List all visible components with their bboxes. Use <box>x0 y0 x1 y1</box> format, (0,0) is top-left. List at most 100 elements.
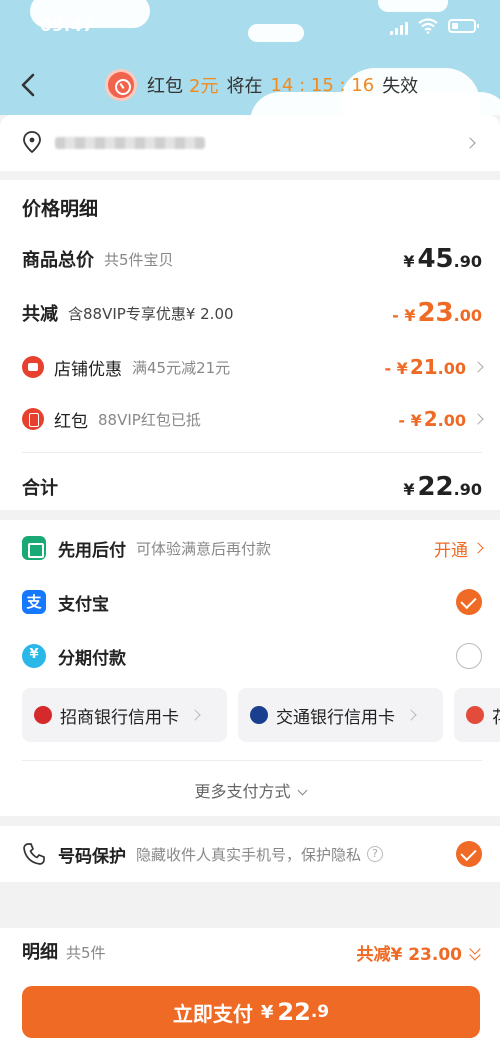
unselected-radio[interactable] <box>456 643 482 669</box>
bank-card-partial[interactable]: 花 <box>454 688 500 742</box>
more-payment-label: 更多支付方式 <box>194 782 291 801</box>
address-row[interactable] <box>0 115 500 171</box>
chevron-right-icon <box>464 137 476 149</box>
shop-discount-rule: 满45元减21元 <box>132 358 231 377</box>
pay-later-icon <box>22 536 46 560</box>
reduction-dec: .00 <box>453 306 482 325</box>
shop-discount-dec: .00 <box>437 359 466 378</box>
divider <box>22 452 482 453</box>
divider <box>22 760 482 761</box>
price-details-card: 价格明细 商品总价 共5件宝贝 ¥ 45 .90 共减 含88VIP专享优惠¥ … <box>0 180 500 510</box>
battery-icon <box>448 19 479 33</box>
banner-prefix: 红包 <box>147 76 183 97</box>
currency-symbol: ¥ <box>403 480 415 499</box>
pay-later-label: 先用后付 <box>58 540 126 561</box>
banner-middle: 将在 <box>226 76 263 97</box>
goods-total-row: 商品总价 共5件宝贝 ¥ 45 .90 <box>22 242 482 276</box>
number-protection-card: 号码保护 隐藏收件人真实手机号，保护隐私 ? <box>0 826 500 882</box>
red-envelope-icon <box>22 408 44 430</box>
help-icon[interactable]: ? <box>367 846 384 862</box>
total-saved-label: 共减¥ 23.00 <box>356 945 462 965</box>
total-saved[interactable]: 共减¥ 23.00 <box>356 940 482 965</box>
chevron-right-icon <box>405 709 417 721</box>
redpacket-int: 2 <box>423 407 438 431</box>
selected-check-icon[interactable] <box>456 841 482 867</box>
total-row: 合计 ¥ 22 .90 <box>22 470 482 504</box>
chevron-right-icon <box>189 709 201 721</box>
goods-count: 共5件宝贝 <box>104 250 174 269</box>
number-protection-label: 号码保护 <box>58 846 126 867</box>
shop-discount-int: 21 <box>409 355 438 379</box>
wifi-icon <box>418 18 438 34</box>
pay-now-button[interactable]: 立即支付 ¥ 22 .9 <box>22 986 480 1038</box>
reduction-int: 23 <box>417 298 454 328</box>
phone-icon <box>23 843 45 865</box>
currency-symbol: ¥ <box>403 252 415 271</box>
bank-card-label: 花 <box>492 703 500 728</box>
checkout-bar: 明细 共5件 共减¥ 23.00 立即支付 ¥ 22 .9 <box>0 928 500 1052</box>
minus-currency: - ¥ <box>384 359 408 378</box>
status-time: 09:47 <box>40 16 95 36</box>
header-hero: 09:47 红包 2元 将在 14 : 15 : 16 失效 <box>0 0 500 115</box>
number-protection-row[interactable]: 号码保护 隐藏收件人真实手机号，保护隐私 ? <box>22 839 482 869</box>
redpacket-expiry-banner: 红包 2元 将在 14 : 15 : 16 失效 <box>105 68 418 102</box>
chevron-right-icon <box>472 413 484 425</box>
cloud-decoration <box>378 0 448 12</box>
reduction-row: 共减 含88VIP专享优惠¥ 2.00 - ¥ 23 .00 <box>22 296 482 330</box>
reduction-label: 共减 <box>22 304 58 325</box>
banner-suffix: 失效 <box>382 76 419 97</box>
pay-amount-dec: .9 <box>310 1002 330 1022</box>
total-int: 22 <box>417 472 454 502</box>
bank-card-cmb[interactable]: 招商银行信用卡 <box>22 688 227 742</box>
location-pin-icon <box>23 131 41 153</box>
chevron-right-icon <box>472 542 484 554</box>
minus-currency: - ¥ <box>398 411 422 430</box>
alipay-icon: 支 <box>22 590 46 614</box>
back-arrow-icon[interactable] <box>16 72 42 98</box>
bank-card-label: 交通银行信用卡 <box>276 707 395 728</box>
installment-label: 分期付款 <box>58 648 126 669</box>
shop-discount-row[interactable]: 店铺优惠 满45元减21元 - ¥ 21 .00 <box>22 350 484 384</box>
activate-label: 开通 <box>434 540 468 561</box>
minus-currency: - ¥ <box>392 306 416 325</box>
shop-discount-value: - ¥ 21 .00 <box>384 355 466 379</box>
redpacket-dec: .00 <box>437 411 466 430</box>
goods-total-label: 商品总价 <box>22 250 94 271</box>
currency-symbol: ¥ <box>260 1001 274 1023</box>
redpacket-label: 红包 <box>54 411 88 432</box>
goods-total-value: ¥ 45 .90 <box>403 244 482 274</box>
banner-countdown: 14 : 15 : 16 <box>270 74 375 96</box>
price-details-title: 价格明细 <box>22 198 99 220</box>
bank-logo-icon <box>466 706 484 724</box>
more-payment-methods[interactable]: 更多支付方式 <box>0 778 500 802</box>
bank-card-bocom[interactable]: 交通银行信用卡 <box>238 688 443 742</box>
total-label: 合计 <box>22 478 58 499</box>
pay-later-note: 可体验满意后再付款 <box>136 539 272 558</box>
redpacket-row[interactable]: 红包 88VIP红包已抵 - ¥ 2 .00 <box>22 402 484 436</box>
selected-check-icon[interactable] <box>456 589 482 615</box>
redpacket-note: 88VIP红包已抵 <box>98 410 201 429</box>
installment-row[interactable]: 分期付款 <box>22 641 482 671</box>
goods-total-int: 45 <box>417 244 454 274</box>
bank-card-label: 招商银行信用卡 <box>60 707 179 728</box>
pay-amount-int: 22 <box>277 998 311 1026</box>
signal-icon <box>390 22 408 35</box>
detail-toggle[interactable]: 明细 共5件 <box>22 938 106 964</box>
cmb-logo-icon <box>34 706 52 724</box>
reduction-value: - ¥ 23 .00 <box>392 298 482 328</box>
activate-link[interactable]: 开通 <box>434 536 484 561</box>
redpacket-value: - ¥ 2 .00 <box>398 407 466 431</box>
reduction-note: 含88VIP专享优惠¥ 2.00 <box>68 304 234 323</box>
banner-amount: 2元 <box>189 76 219 97</box>
credit-card-options: 招商银行信用卡 交通银行信用卡 花 <box>22 688 500 742</box>
pay-now-label: 立即支付 <box>172 1001 253 1026</box>
detail-label: 明细 <box>22 942 58 963</box>
shop-discount-label: 店铺优惠 <box>54 359 122 380</box>
pay-later-row[interactable]: 先用后付 可体验满意后再付款 开通 <box>22 533 484 563</box>
alipay-row[interactable]: 支 支付宝 <box>22 587 482 617</box>
payment-methods-card: 先用后付 可体验满意后再付款 开通 支 支付宝 分期付款 招商银行信用卡 交通银… <box>0 520 500 816</box>
chevron-down-icon <box>297 785 307 796</box>
bocom-logo-icon <box>250 706 268 724</box>
shop-icon <box>22 356 44 378</box>
detail-count: 共5件 <box>66 944 106 962</box>
